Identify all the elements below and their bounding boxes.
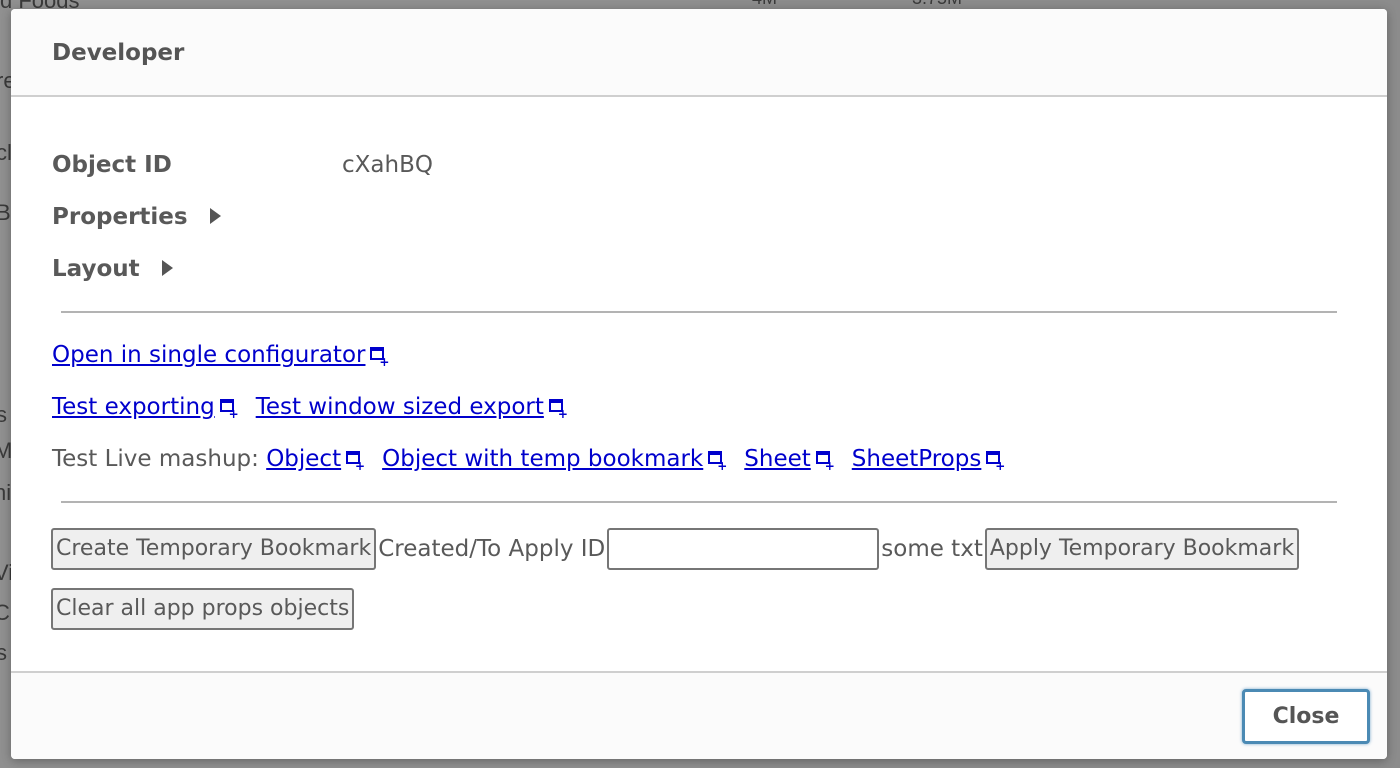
configurator-row: Open in single configurator xyxy=(52,342,406,369)
background-text: hi xyxy=(0,480,12,505)
some-txt-label: some txt xyxy=(881,536,983,562)
link-label: Test exporting xyxy=(52,394,215,420)
clear-app-props-button[interactable]: Clear all app props objects xyxy=(51,588,355,630)
external-window-icon xyxy=(548,399,568,421)
object-id-label: Object ID xyxy=(52,152,172,178)
created-id-label: Created/To Apply ID xyxy=(378,536,606,562)
open-single-configurator-link[interactable]: Open in single configurator xyxy=(52,342,389,369)
external-window-icon xyxy=(708,451,727,473)
mashup-object-temp-bookmark-link[interactable]: Object with temp bookmark xyxy=(382,446,727,473)
link-label: SheetProps xyxy=(851,446,982,472)
link-label: Open in single configurator xyxy=(52,342,366,368)
mashup-sheetprops-link[interactable]: SheetProps xyxy=(851,446,1006,473)
mashup-sheet-link[interactable]: Sheet xyxy=(744,446,835,473)
dialog-title: Developer xyxy=(52,40,185,66)
developer-dialog: Developer Object ID cXahBQ Properties La… xyxy=(11,9,1387,759)
apply-temporary-bookmark-button[interactable]: Apply Temporary Bookmark xyxy=(984,528,1300,570)
expand-arrow-icon xyxy=(161,259,173,276)
layout-label: Layout xyxy=(52,256,140,282)
properties-toggle[interactable]: Properties xyxy=(52,204,221,230)
link-label: Object with temp bookmark xyxy=(382,446,704,472)
external-window-icon xyxy=(986,451,1005,473)
background-text: 4M xyxy=(752,0,777,9)
link-label: Object xyxy=(266,446,342,472)
layout-toggle[interactable]: Layout xyxy=(52,256,173,282)
mashup-label: Test Live mashup: xyxy=(52,446,259,472)
divider xyxy=(61,311,1337,313)
background-text: s xyxy=(0,640,7,665)
external-window-icon xyxy=(346,451,365,473)
clear-props-row: Clear all app props objects xyxy=(51,588,355,630)
mashup-object-link[interactable]: Object xyxy=(266,446,365,473)
external-window-icon xyxy=(370,347,389,369)
test-window-sized-export-link[interactable]: Test window sized export xyxy=(255,394,568,421)
create-temporary-bookmark-button[interactable]: Create Temporary Bookmark xyxy=(51,528,377,570)
object-id-value: cXahBQ xyxy=(342,152,433,178)
test-exporting-link[interactable]: Test exporting xyxy=(52,394,239,421)
link-label: Test window sized export xyxy=(255,394,544,420)
divider xyxy=(61,501,1337,503)
background-text: C xyxy=(0,600,10,625)
link-label: Sheet xyxy=(744,446,811,472)
dialog-footer: Close xyxy=(11,671,1387,759)
bookmark-id-input[interactable] xyxy=(607,528,880,570)
close-button[interactable]: Close xyxy=(1242,689,1370,744)
mashup-row: Test Live mashup: Object Object with temp… xyxy=(52,446,1022,473)
expand-arrow-icon xyxy=(209,207,221,224)
dialog-header: Developer xyxy=(11,9,1387,97)
export-row: Test exporting Test window sized export xyxy=(52,394,585,421)
background-text: B xyxy=(0,200,11,225)
external-window-icon xyxy=(219,399,239,421)
bookmark-controls-row: Create Temporary Bookmark Created/To App… xyxy=(51,528,1300,570)
dialog-body: Object ID cXahBQ Properties Layout Open … xyxy=(11,97,1387,671)
background-text: 3.75M xyxy=(912,0,962,9)
background-text: s xyxy=(0,402,7,427)
external-window-icon xyxy=(815,451,835,473)
properties-label: Properties xyxy=(52,204,188,230)
